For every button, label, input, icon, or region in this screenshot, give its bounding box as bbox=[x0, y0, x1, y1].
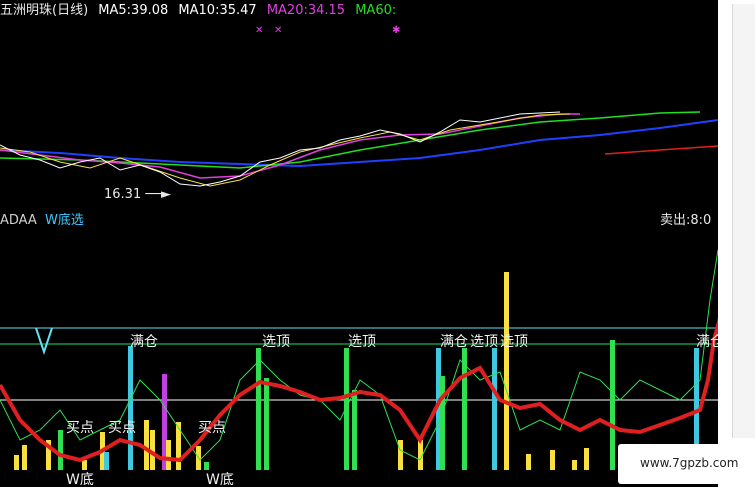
indicator-bar bbox=[572, 460, 577, 470]
indicator-bar bbox=[526, 454, 531, 470]
buy-point-label: 买点 bbox=[66, 420, 94, 436]
indicator-bar bbox=[492, 348, 497, 470]
low-price-label: 16.31 ──► bbox=[104, 186, 171, 204]
indicator-bar bbox=[14, 455, 19, 470]
indicator-bar bbox=[144, 420, 149, 470]
w-bottom-label: W底 bbox=[206, 472, 234, 487]
star-marker-icon: ✕ bbox=[255, 25, 263, 36]
red-line bbox=[604, 145, 719, 155]
vertical-scrollbar[interactable] bbox=[732, 4, 755, 438]
indicator-selector[interactable]: W底选 bbox=[45, 213, 84, 228]
indicator-bar bbox=[204, 462, 209, 470]
indicator-header: ADAA W底选 bbox=[0, 212, 84, 230]
indicator-bar bbox=[104, 452, 109, 470]
indicator-bar bbox=[128, 346, 133, 470]
low-price-value: 16.31 ──► bbox=[104, 187, 171, 202]
watermark: www.7gpzb.com bbox=[618, 444, 754, 484]
blue-ma-line bbox=[0, 119, 719, 168]
indicator-bar bbox=[504, 272, 509, 470]
indicator-bar bbox=[82, 460, 87, 470]
indicator-bar bbox=[344, 348, 349, 470]
select-top-label: 选顶 bbox=[262, 334, 290, 350]
indicator-bar bbox=[22, 445, 27, 470]
indicator-bar bbox=[352, 390, 357, 470]
indicator-bar bbox=[610, 340, 615, 470]
indicator-name: ADAA bbox=[0, 213, 37, 228]
indicator-bar bbox=[584, 448, 589, 470]
full-position-label: 满仓 bbox=[440, 334, 468, 350]
cyan-dip-marker bbox=[35, 327, 53, 356]
sell-signal-label: 卖出:8:0 bbox=[660, 213, 712, 228]
indicator-bar bbox=[550, 450, 555, 470]
indicator-bar bbox=[166, 440, 171, 470]
price-panel bbox=[0, 111, 719, 187]
ma5-line bbox=[0, 111, 561, 187]
star-marker-icon: ✱ bbox=[392, 25, 400, 36]
indicator-bar bbox=[264, 378, 269, 470]
w-bottom-label: W底 bbox=[66, 472, 94, 487]
watermark-text: www.7gpzb.com bbox=[640, 456, 739, 470]
full-position-label: 满仓 bbox=[130, 334, 158, 350]
star-markers: ✕ ✕ ✱ bbox=[255, 25, 400, 36]
ma20-line bbox=[0, 113, 580, 179]
select-top-label: 选顶 bbox=[500, 334, 528, 350]
indicator-bar bbox=[398, 440, 403, 470]
select-top-label: 选顶 bbox=[470, 334, 498, 350]
stock-chart-window: 五洲明珠(日线) MA5:39.08 MA10:35.47 MA20:34.15… bbox=[0, 0, 756, 487]
indicator-bar bbox=[256, 348, 261, 470]
indicator-bar bbox=[176, 422, 181, 470]
indicator-bar bbox=[440, 376, 445, 470]
chart-canvas[interactable]: ✕ ✕ ✱ bbox=[0, 0, 720, 487]
select-top-label: 选顶 bbox=[348, 334, 376, 350]
right-frame bbox=[718, 0, 756, 487]
star-marker-icon: ✕ bbox=[274, 25, 282, 36]
indicator-bar bbox=[58, 430, 63, 470]
buy-point-label: 买点 bbox=[198, 420, 226, 436]
buy-point-label: 买点 bbox=[108, 420, 136, 436]
